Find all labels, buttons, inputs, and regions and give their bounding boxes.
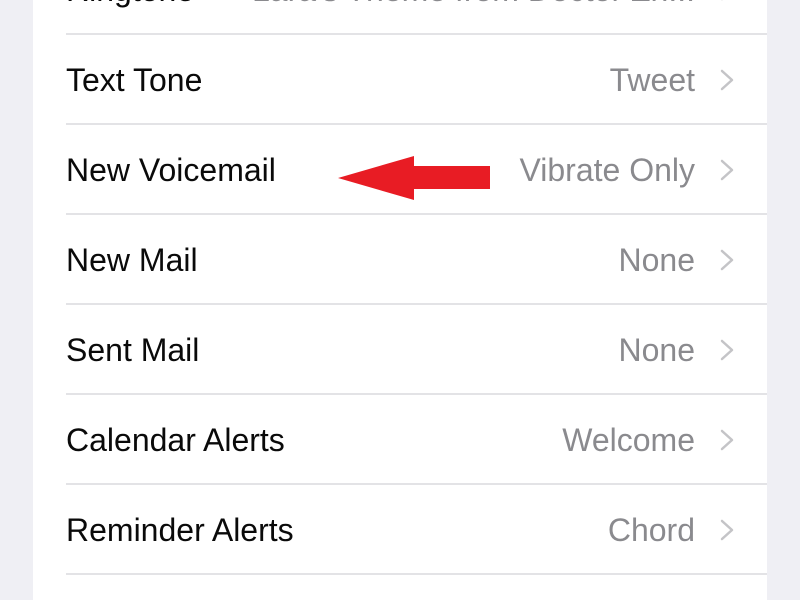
settings-row-text-tone[interactable]: Text Tone Tweet [33, 35, 767, 125]
row-value: Lara's Theme from Doctor Zh... [252, 0, 695, 35]
row-value: Welcome [562, 422, 695, 458]
row-value: Vibrate Only [519, 152, 696, 188]
row-label: Ringtone [66, 0, 194, 35]
row-label: New Mail [66, 242, 198, 278]
chevron-right-icon [720, 339, 734, 361]
settings-row-calendar-alerts[interactable]: Calendar Alerts Welcome [33, 395, 767, 485]
row-value: None [618, 332, 696, 368]
sounds-settings-list: Ringtone Lara's Theme from Doctor Zh... … [33, 0, 767, 600]
settings-row-reminder-alerts[interactable]: Reminder Alerts Chord [33, 485, 767, 575]
row-label: Calendar Alerts [66, 422, 285, 458]
left-arrow-icon [338, 156, 490, 200]
row-value: Chord [607, 512, 695, 548]
annotation-arrow-shape [338, 156, 490, 200]
settings-row-sent-mail[interactable]: Sent Mail None [33, 305, 767, 395]
chevron-right-icon [720, 69, 734, 91]
row-value: Tweet [609, 62, 695, 98]
chevron-right-icon [720, 429, 734, 451]
chevron-right-icon [720, 519, 734, 541]
chevron-right-icon [721, 0, 723, 1]
row-label: Text Tone [66, 62, 203, 98]
row-label: New Voicemail [66, 152, 276, 188]
settings-row-ringtone[interactable]: Ringtone Lara's Theme from Doctor Zh... [33, 0, 767, 35]
row-value: None [618, 242, 696, 278]
row-divider [66, 573, 767, 575]
chevron-right-icon [720, 159, 734, 181]
row-label: Sent Mail [66, 332, 200, 368]
settings-row-new-mail[interactable]: New Mail None [33, 215, 767, 305]
chevron-right-icon [720, 249, 734, 271]
row-label: Reminder Alerts [66, 512, 294, 548]
